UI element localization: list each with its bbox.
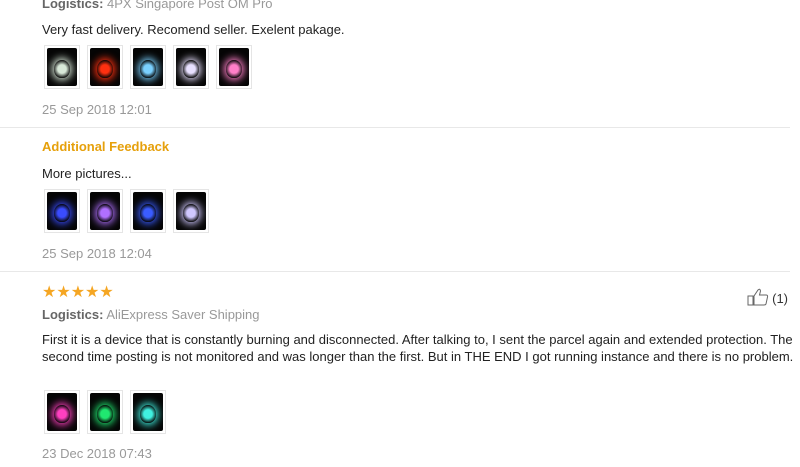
photo-thumbnail[interactable] — [173, 45, 209, 89]
star-icon: ★ — [85, 284, 100, 301]
photo-thumbnail[interactable] — [173, 189, 209, 233]
photo-thumbnail[interactable] — [44, 390, 80, 434]
photo-thumbnail[interactable] — [87, 189, 123, 233]
photo-thumbnail[interactable] — [87, 45, 123, 89]
review-1: Logistics: 4PX Singapore Post OM Pro — [42, 0, 273, 11]
logistics: Logistics: AliExpress Saver Shipping — [42, 307, 260, 322]
review-date: 25 Sep 2018 12:01 — [42, 102, 152, 117]
star-icon: ★ — [99, 284, 114, 301]
logistics-label: Logistics: — [42, 0, 104, 11]
helpful-button[interactable]: (1) — [747, 288, 788, 309]
photo-thumbnail[interactable] — [130, 189, 166, 233]
review-photos — [44, 390, 166, 434]
divider — [0, 127, 790, 128]
logistics-value: AliExpress Saver Shipping — [106, 307, 260, 322]
review-date: 23 Dec 2018 07:43 — [42, 446, 152, 461]
photo-thumbnail[interactable] — [44, 189, 80, 233]
star-icon: ★ — [70, 284, 86, 301]
photo-thumbnail[interactable] — [216, 45, 252, 89]
logistics-value: 4PX Singapore Post OM Pro — [107, 0, 273, 11]
photo-thumbnail[interactable] — [44, 45, 80, 89]
photo-thumbnail[interactable] — [130, 45, 166, 89]
star-icon: ★ — [42, 284, 57, 301]
helpful-count: (1) — [772, 291, 788, 306]
rating-stars: ★ ★ ★ ★ ★ — [42, 284, 114, 301]
photo-thumbnail[interactable] — [130, 390, 166, 434]
additional-date: 25 Sep 2018 12:04 — [42, 246, 152, 261]
review-text: Very fast delivery. Recomend seller. Exe… — [42, 22, 345, 37]
star-icon: ★ — [56, 284, 71, 301]
additional-feedback-title: Additional Feedback — [42, 139, 170, 154]
divider — [0, 271, 790, 272]
additional-feedback-text: More pictures... — [42, 166, 132, 181]
review-photos — [44, 45, 252, 89]
thumbs-up-icon[interactable] — [747, 288, 769, 309]
review-text: First it is a device that is constantly … — [42, 332, 794, 364]
logistics-label: Logistics: — [42, 307, 104, 322]
photo-thumbnail[interactable] — [87, 390, 123, 434]
additional-photos — [44, 189, 209, 233]
